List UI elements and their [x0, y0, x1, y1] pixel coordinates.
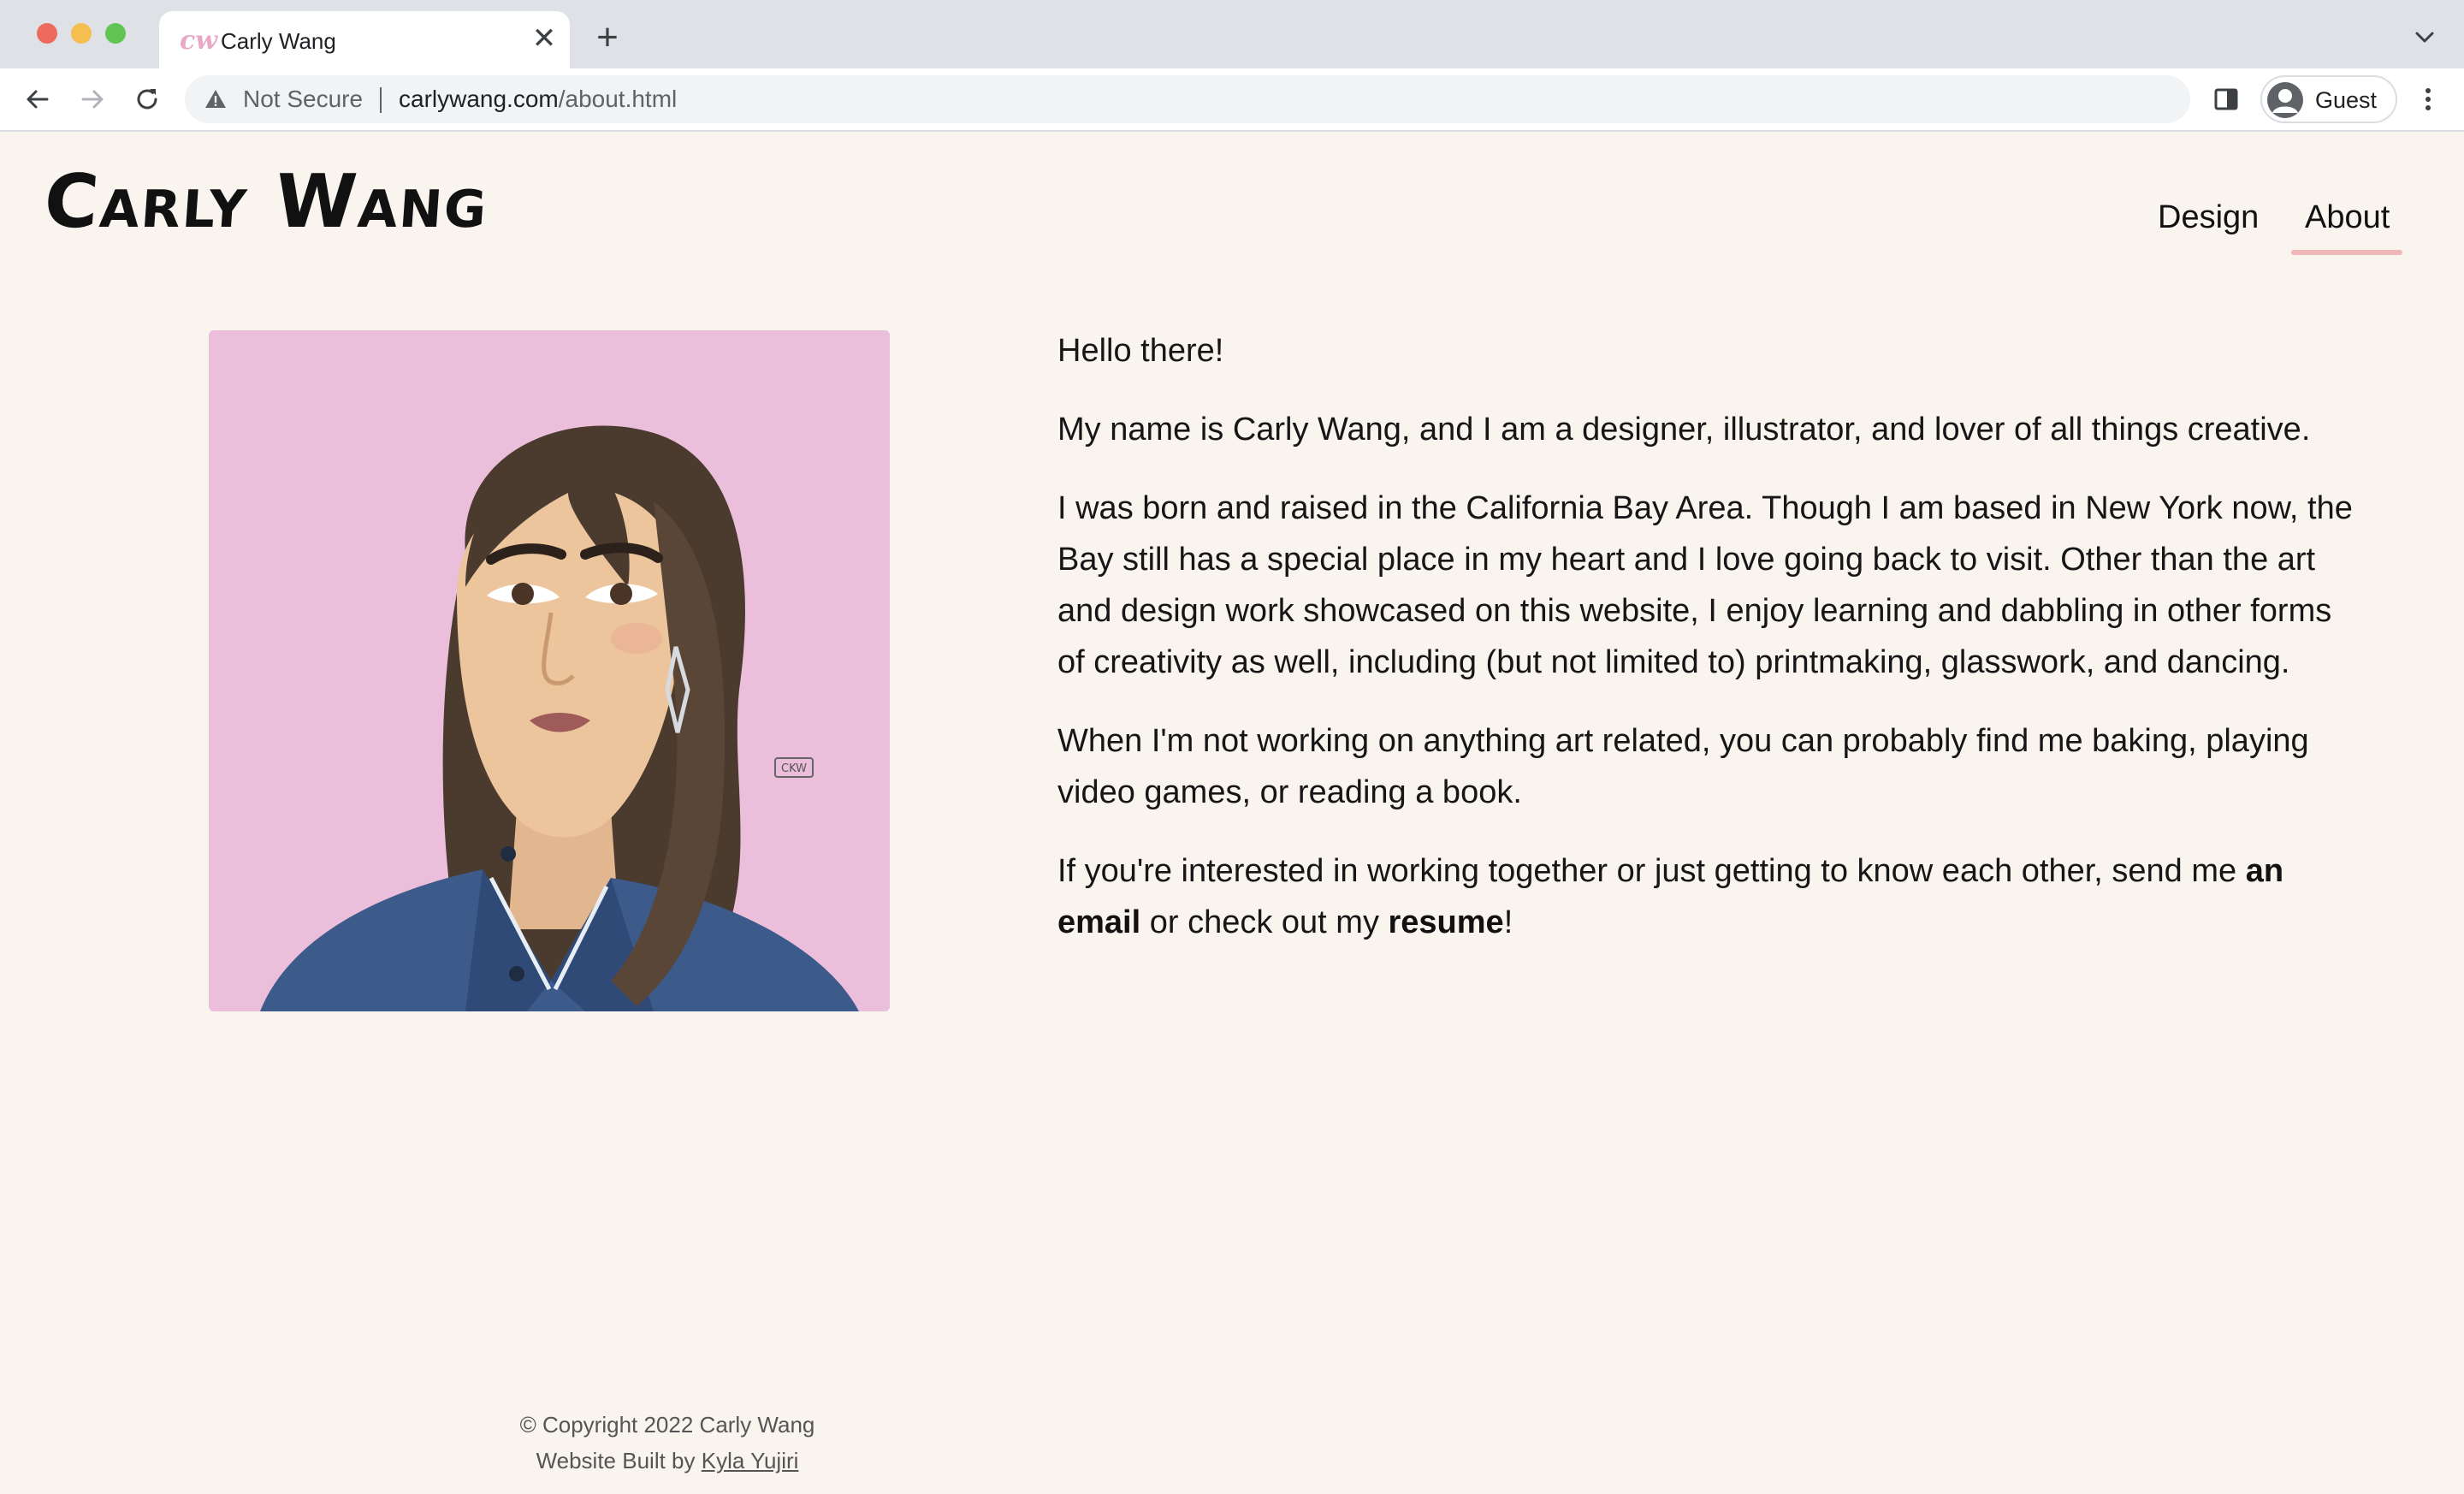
new-tab-button[interactable]: +: [589, 19, 626, 56]
arrow-left-icon[interactable]: [19, 80, 56, 118]
url-host: carlywang.com: [399, 86, 559, 112]
cw-favicon-icon: cw: [180, 26, 218, 56]
site-logo[interactable]: Carly Wang: [42, 159, 492, 245]
reload-icon[interactable]: [128, 80, 166, 118]
chevron-down-icon[interactable]: [2409, 22, 2440, 53]
browser-tab-strip: cw Carly Wang ✕ +: [0, 0, 2464, 68]
person-avatar-icon: [2267, 82, 2303, 118]
footer-copyright: © Copyright 2022 Carly Wang: [519, 1412, 815, 1438]
url-text[interactable]: carlywang.com/about.html: [399, 85, 677, 114]
arrow-right-icon[interactable]: [74, 80, 111, 118]
security-status-label[interactable]: Not Secure: [243, 85, 363, 114]
resume-link[interactable]: resume: [1389, 904, 1504, 940]
about-greeting: Hello there!: [1057, 333, 1224, 369]
nav-about-link[interactable]: About: [2305, 197, 2390, 238]
footer-credit-prefix: Website Built by: [536, 1448, 702, 1473]
browser-tab-active[interactable]: cw Carly Wang ✕: [159, 11, 570, 68]
site-footer: © Copyright 2022 Carly Wang Website Buil…: [0, 1407, 1335, 1479]
side-panel-icon[interactable]: [2211, 84, 2242, 115]
nav-active-indicator: [2291, 250, 2402, 255]
profile-name: Guest: [2315, 87, 2378, 113]
contact-text-post: !: [1503, 904, 1513, 940]
footer-credit: Website Built by Kyla Yujiri: [0, 1443, 1335, 1479]
portrait-signature: CKW: [781, 762, 807, 775]
tab-close-icon[interactable]: ✕: [529, 23, 560, 54]
contact-text-mid: or check out my: [1140, 904, 1389, 940]
about-hobbies: When I'm not working on anything art rel…: [1057, 723, 2309, 810]
tab-title: Carly Wang: [221, 28, 336, 54]
nav-design-link[interactable]: Design: [2158, 197, 2259, 238]
kebab-menu-icon[interactable]: [2413, 84, 2443, 115]
profile-button[interactable]: Guest: [2260, 75, 2397, 123]
about-background: I was born and raised in the California …: [1057, 490, 2353, 680]
browser-toolbar: Not Secure carlywang.com/about.html Gues…: [0, 68, 2464, 132]
omnibox-divider: [380, 87, 382, 113]
about-contact: If you're interested in working together…: [1057, 845, 2366, 948]
self-portrait-illustration: CKW: [209, 330, 890, 1011]
maximize-window-button[interactable]: [105, 23, 126, 44]
footer-builder-link[interactable]: Kyla Yujiri: [702, 1448, 799, 1473]
minimize-window-button[interactable]: [71, 23, 92, 44]
warning-triangle-icon[interactable]: [204, 87, 228, 111]
about-intro: My name is Carly Wang, and I am a design…: [1057, 412, 2311, 448]
url-path: /about.html: [558, 86, 678, 112]
close-window-button[interactable]: [37, 23, 57, 44]
contact-text-pre: If you're interested in working together…: [1057, 853, 2246, 889]
about-content: Hello there! My name is Carly Wang, and …: [1057, 325, 2366, 975]
address-bar[interactable]: Not Secure carlywang.com/about.html: [185, 75, 2190, 123]
